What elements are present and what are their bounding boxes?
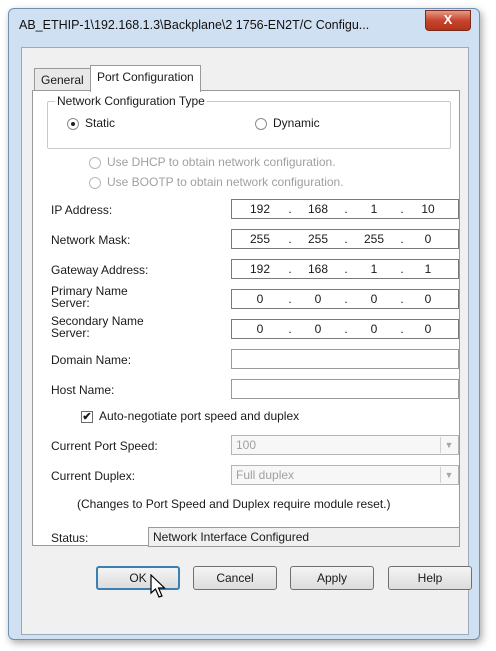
octet-dot: . <box>400 232 404 246</box>
domain-name-input[interactable] <box>231 349 459 369</box>
gateway-octet-2: 168 <box>307 262 329 276</box>
ip-octet-4: 10 <box>421 202 435 216</box>
ip-address-label: IP Address: <box>51 203 113 217</box>
octet-dot: . <box>288 322 292 336</box>
network-mask-label: Network Mask: <box>51 233 131 247</box>
chevron-down-icon[interactable]: ▼ <box>440 467 457 483</box>
ip-octet-1: 192 <box>249 202 271 216</box>
dynamic-radio[interactable] <box>255 118 267 130</box>
check-icon: ✔ <box>82 411 92 423</box>
dialog-client-area: General Port Configuration Network Confi… <box>21 47 472 635</box>
static-label[interactable]: Static <box>85 116 115 130</box>
octet-dot: . <box>344 232 348 246</box>
secondary-name-server-input[interactable]: 0 . 0 . 0 . 0 <box>231 319 459 339</box>
primary-dns-octet-3: 0 <box>370 292 378 306</box>
octet-dot: . <box>288 262 292 276</box>
octet-dot: . <box>344 202 348 216</box>
static-radio[interactable] <box>67 118 79 130</box>
secondary-dns-octet-1: 0 <box>256 322 264 336</box>
status-field: Network Interface Configured <box>148 527 460 547</box>
duplex-value: Full duplex <box>236 468 295 482</box>
help-button[interactable]: Help <box>388 566 472 590</box>
duplex-label: Current Duplex: <box>51 469 136 483</box>
secondary-dns-octet-2: 0 <box>314 322 322 336</box>
cancel-button[interactable]: Cancel <box>193 566 277 590</box>
mask-octet-1: 255 <box>249 232 271 246</box>
octet-dot: . <box>288 202 292 216</box>
close-icon: X <box>443 12 453 27</box>
mask-octet-2: 255 <box>307 232 329 246</box>
dhcp-label: Use DHCP to obtain network configuration… <box>107 155 336 169</box>
gateway-address-input[interactable]: 192 . 168 . 1 . 1 <box>231 259 459 279</box>
port-speed-select[interactable]: 100 ▼ <box>231 435 459 455</box>
dhcp-radio[interactable] <box>89 157 101 169</box>
network-mask-input[interactable]: 255 . 255 . 255 . 0 <box>231 229 459 249</box>
port-configuration-panel: Network Configuration Type Static Dynami… <box>32 90 460 547</box>
octet-dot: . <box>400 262 404 276</box>
title-bar[interactable]: AB_ETHIP-1\192.168.1.3\Backplane\2 1756-… <box>9 9 479 43</box>
host-name-label: Host Name: <box>51 383 115 397</box>
octet-dot: . <box>400 292 404 306</box>
mask-octet-3: 255 <box>363 232 385 246</box>
octet-dot: . <box>400 322 404 336</box>
octet-dot: . <box>344 292 348 306</box>
gateway-address-label: Gateway Address: <box>51 263 149 277</box>
reset-note: (Changes to Port Speed and Duplex requir… <box>77 497 391 511</box>
mouse-pointer-icon <box>150 574 166 598</box>
octet-dot: . <box>288 232 292 246</box>
network-config-type-legend: Network Configuration Type <box>55 94 207 108</box>
secondary-dns-octet-4: 0 <box>424 322 432 336</box>
gateway-octet-4: 1 <box>424 262 432 276</box>
primary-name-server-label: Primary Name Server: <box>51 285 128 309</box>
secondary-name-server-label: Secondary Name Server: <box>51 315 144 339</box>
dialog-window: AB_ETHIP-1\192.168.1.3\Backplane\2 1756-… <box>8 8 480 640</box>
host-name-input[interactable] <box>231 379 459 399</box>
port-speed-value: 100 <box>236 438 257 452</box>
gateway-octet-1: 192 <box>249 262 271 276</box>
octet-dot: . <box>344 322 348 336</box>
domain-name-label: Domain Name: <box>51 353 132 367</box>
tab-port-configuration[interactable]: Port Configuration <box>90 65 201 92</box>
primary-dns-octet-1: 0 <box>256 292 264 306</box>
tab-general[interactable]: General <box>34 68 91 91</box>
auto-negotiate-label[interactable]: Auto-negotiate port speed and duplex <box>99 409 299 423</box>
window-title: AB_ETHIP-1\192.168.1.3\Backplane\2 1756-… <box>19 18 370 32</box>
ip-octet-2: 168 <box>307 202 329 216</box>
status-label: Status: <box>51 531 89 545</box>
port-speed-label: Current Port Speed: <box>51 439 158 453</box>
secondary-dns-octet-3: 0 <box>370 322 378 336</box>
primary-dns-octet-4: 0 <box>424 292 432 306</box>
status-value: Network Interface Configured <box>153 530 310 544</box>
primary-dns-octet-2: 0 <box>314 292 322 306</box>
octet-dot: . <box>400 202 404 216</box>
primary-name-server-input[interactable]: 0 . 0 . 0 . 0 <box>231 289 459 309</box>
secondary-name-server-label-line2: Server: <box>51 326 90 340</box>
octet-dot: . <box>344 262 348 276</box>
chevron-down-icon[interactable]: ▼ <box>440 437 457 453</box>
dynamic-label[interactable]: Dynamic <box>273 116 320 130</box>
primary-name-server-label-line2: Server: <box>51 296 90 310</box>
bootp-label: Use BOOTP to obtain network configuratio… <box>107 175 344 189</box>
close-button[interactable]: X <box>425 10 471 31</box>
duplex-select[interactable]: Full duplex ▼ <box>231 465 459 485</box>
bootp-radio[interactable] <box>89 177 101 189</box>
mask-octet-4: 0 <box>424 232 432 246</box>
apply-button[interactable]: Apply <box>290 566 374 590</box>
ip-octet-3: 1 <box>370 202 378 216</box>
octet-dot: . <box>288 292 292 306</box>
gateway-octet-3: 1 <box>370 262 378 276</box>
ip-address-input[interactable]: 192 . 168 . 1 . 10 <box>231 199 459 219</box>
auto-negotiate-checkbox[interactable]: ✔ <box>81 411 93 423</box>
